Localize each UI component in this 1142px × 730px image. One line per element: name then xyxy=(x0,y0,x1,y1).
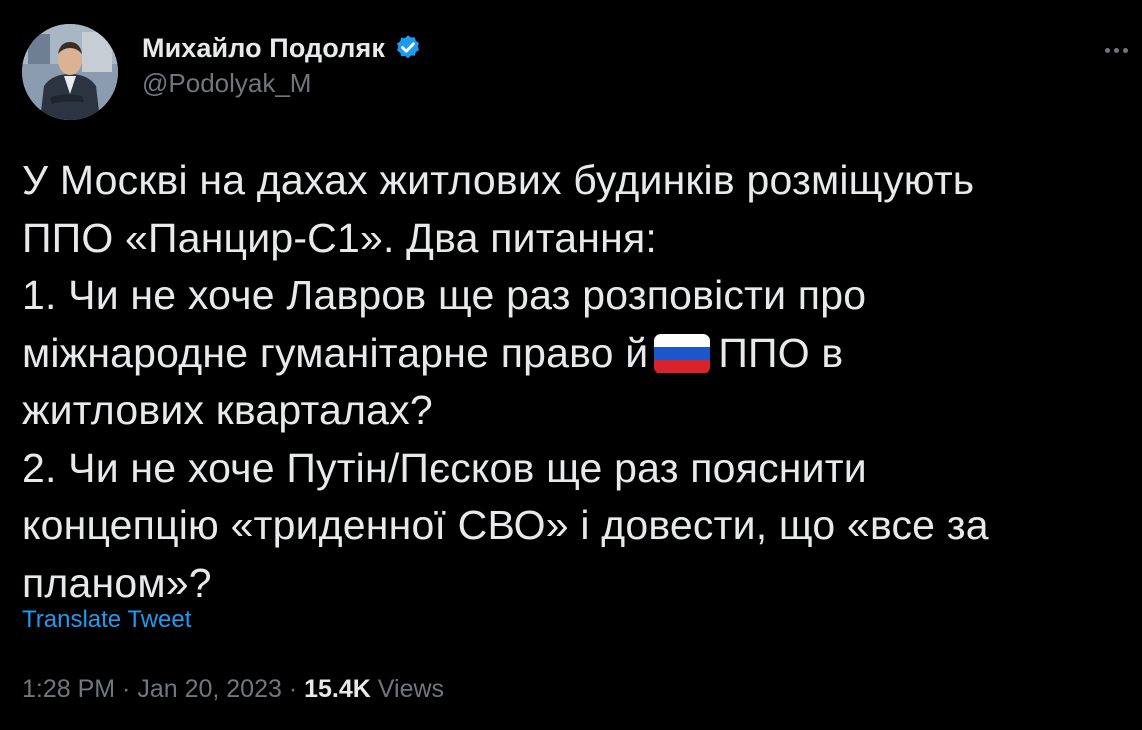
author-block: Михайло Подоляк @Podolyak_M xyxy=(142,30,423,99)
tweet-line: концепцію «триденної СВО» і довести, що … xyxy=(22,502,989,548)
separator: · xyxy=(115,675,138,703)
tweet-line-with-emoji: міжнародне гуманітарне право й ППО в xyxy=(22,325,1122,383)
tweet-card: Михайло Подоляк @Podolyak_M У Москві на … xyxy=(0,0,1142,730)
avatar[interactable] xyxy=(22,24,118,120)
dot xyxy=(1113,47,1119,53)
tweet-line-part: міжнародне гуманітарне право й xyxy=(22,329,649,376)
tweet-line: 1. Чи не хоче Лавров ще раз розповісти п… xyxy=(22,272,867,318)
dot xyxy=(1104,47,1110,53)
tweet-line-part: ППО в xyxy=(718,329,844,376)
avatar-photo xyxy=(22,24,118,120)
tweet-line: житлових кварталах? xyxy=(22,387,433,433)
russia-flag-emoji xyxy=(654,333,711,374)
tweet-date[interactable]: Jan 20, 2023 xyxy=(137,675,282,703)
display-name[interactable]: Михайло Подоляк xyxy=(142,33,385,64)
translate-tweet-link[interactable]: Translate Tweet xyxy=(22,606,191,634)
tweet-line: планом»? xyxy=(22,559,212,606)
verified-badge-icon xyxy=(393,33,423,63)
separator: · xyxy=(281,675,305,703)
tweet-line: У Москві на дахах житлових будинків розм… xyxy=(22,157,975,203)
tweet-line: ППО «Панцир-С1». Два питання: xyxy=(22,214,657,261)
tweet-time[interactable]: 1:28 PM xyxy=(22,675,115,703)
handle[interactable]: @Podolyak_M xyxy=(142,68,423,99)
name-row: Михайло Подоляк xyxy=(142,30,423,66)
tweet-meta: 1:28 PM · Jan 20, 2023 · 15.4K Views xyxy=(22,675,444,704)
more-dots-icon[interactable] xyxy=(1098,40,1134,60)
views-count[interactable]: 15.4K xyxy=(304,675,371,703)
views-label[interactable]: Views xyxy=(371,675,444,703)
tweet-text: У Москві на дахах житлових будинків розм… xyxy=(22,152,1122,612)
dot xyxy=(1122,47,1128,53)
tweet-line: 2. Чи не хоче Путін/Пєсков ще раз поясни… xyxy=(22,444,867,491)
